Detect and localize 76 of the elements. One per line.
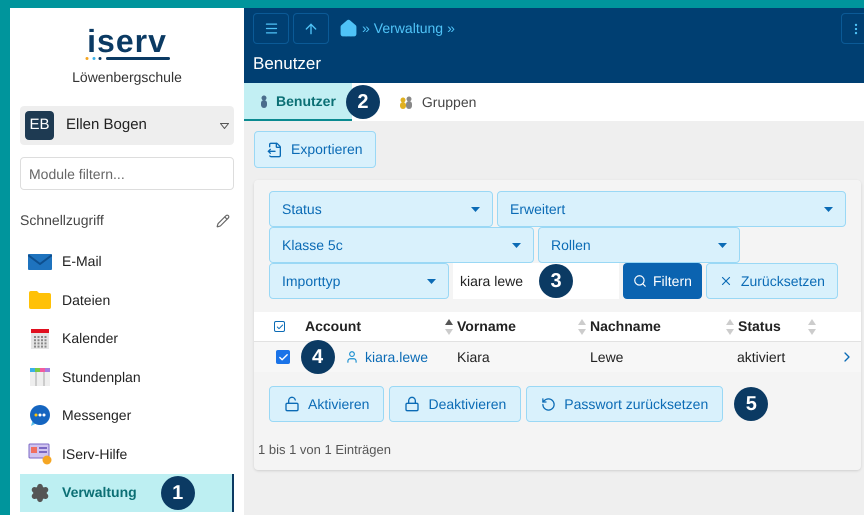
up-button[interactable] xyxy=(293,13,329,44)
caret-icon xyxy=(427,278,436,284)
sidebar-item[interactable]: IServ-Hilfe xyxy=(20,436,234,473)
select-all-checkbox[interactable] xyxy=(274,321,285,332)
calendar-icon xyxy=(31,328,49,349)
sidebar-item[interactable]: Dateien xyxy=(20,282,234,319)
tab[interactable]: Gruppen xyxy=(382,83,492,121)
folder-icon xyxy=(29,291,51,310)
breadcrumb-separator: » xyxy=(447,19,455,38)
sidebar-item[interactable]: E-Mail xyxy=(20,243,234,280)
column-header[interactable]: Nachname xyxy=(590,316,661,337)
action-button[interactable]: Passwort zurücksetzen xyxy=(526,386,724,422)
reset-icon xyxy=(541,396,556,412)
breadcrumb-link[interactable]: Verwaltung xyxy=(374,18,444,39)
export-button[interactable]: Exportieren xyxy=(254,131,376,168)
envelope-icon xyxy=(28,254,52,270)
filter-dropdown[interactable]: Erweitert xyxy=(497,191,846,227)
caret-icon xyxy=(512,242,521,248)
lock-icon xyxy=(404,396,420,412)
table-cell-text: aktiviert xyxy=(737,348,786,366)
caret-icon xyxy=(471,206,480,212)
sidebar-item[interactable]: Stundenplan xyxy=(20,358,234,396)
callout-badge: 5 xyxy=(734,387,768,421)
action-button[interactable]: Aktivieren xyxy=(269,386,384,422)
caret-icon xyxy=(220,122,229,128)
filter-button[interactable]: Filtern xyxy=(623,263,702,299)
people-icon xyxy=(398,96,414,108)
unlock-icon xyxy=(284,396,300,412)
menu-button[interactable] xyxy=(253,13,289,44)
filter-dropdown[interactable]: Status xyxy=(269,191,493,227)
column-header[interactable]: Account xyxy=(305,316,361,337)
menu-icon xyxy=(264,21,278,36)
breadcrumb-separator: » xyxy=(362,19,370,38)
timetable-icon xyxy=(30,368,50,386)
check-icon xyxy=(276,322,284,330)
edit-icon[interactable] xyxy=(216,214,230,228)
filter-dropdown[interactable]: Rollen xyxy=(538,227,740,263)
account-link[interactable]: kiara.lewe xyxy=(365,346,428,368)
filter-dropdown[interactable]: Klasse 5c xyxy=(269,227,534,263)
page-title: Benutzer xyxy=(253,53,322,75)
entries-info: 1 bis 1 von 1 Einträgen xyxy=(257,441,392,459)
sort-icon[interactable] xyxy=(445,318,453,334)
action-button[interactable]: Deaktivieren xyxy=(389,386,522,422)
sidebar-item[interactable]: Kalender xyxy=(20,320,234,358)
reset-button[interactable]: Zurücksetzen xyxy=(706,263,838,299)
column-header[interactable]: Vorname xyxy=(457,316,516,337)
chat-bubble-icon xyxy=(29,404,51,427)
callout-badge: 2 xyxy=(346,85,380,119)
home-icon[interactable] xyxy=(339,19,358,38)
logo-text: iserv xyxy=(87,26,167,56)
column-header[interactable]: Status xyxy=(738,316,781,337)
callout-badge: 1 xyxy=(160,476,195,510)
caret-icon xyxy=(824,206,833,212)
callout-badge: 3 xyxy=(539,264,574,298)
user-icon xyxy=(345,350,359,364)
callout-badge: 4 xyxy=(300,340,334,374)
table-cell-text: Kiara xyxy=(457,348,491,366)
table-row[interactable]: 4 kiara.lewe Kiara Lewe aktiviert xyxy=(254,341,861,372)
person-icon xyxy=(260,94,268,108)
tab[interactable]: Benutzer xyxy=(244,83,352,121)
sidebar-item[interactable]: Messenger xyxy=(20,397,234,434)
search-icon xyxy=(633,274,647,288)
search-field[interactable]: kiara lewe 3 xyxy=(453,263,619,299)
filter-dropdown[interactable]: Importtyp xyxy=(269,263,449,299)
user-menu[interactable]: EB Ellen Bogen xyxy=(20,106,234,145)
caret-icon xyxy=(718,242,727,248)
table-cell-text: Lewe xyxy=(590,348,624,366)
help-screen-icon xyxy=(28,443,52,466)
check-icon xyxy=(278,352,288,362)
export-icon xyxy=(267,142,283,158)
row-checkbox[interactable] xyxy=(276,350,290,364)
module-filter-field[interactable]: Module filtern... xyxy=(20,157,234,190)
school-name: Löwenbergschule xyxy=(72,68,182,87)
sidebar-item[interactable]: Verwaltung 1 xyxy=(20,474,234,512)
section-title: Schnellzugriff xyxy=(20,211,104,230)
user-avatar: EB xyxy=(25,111,54,140)
